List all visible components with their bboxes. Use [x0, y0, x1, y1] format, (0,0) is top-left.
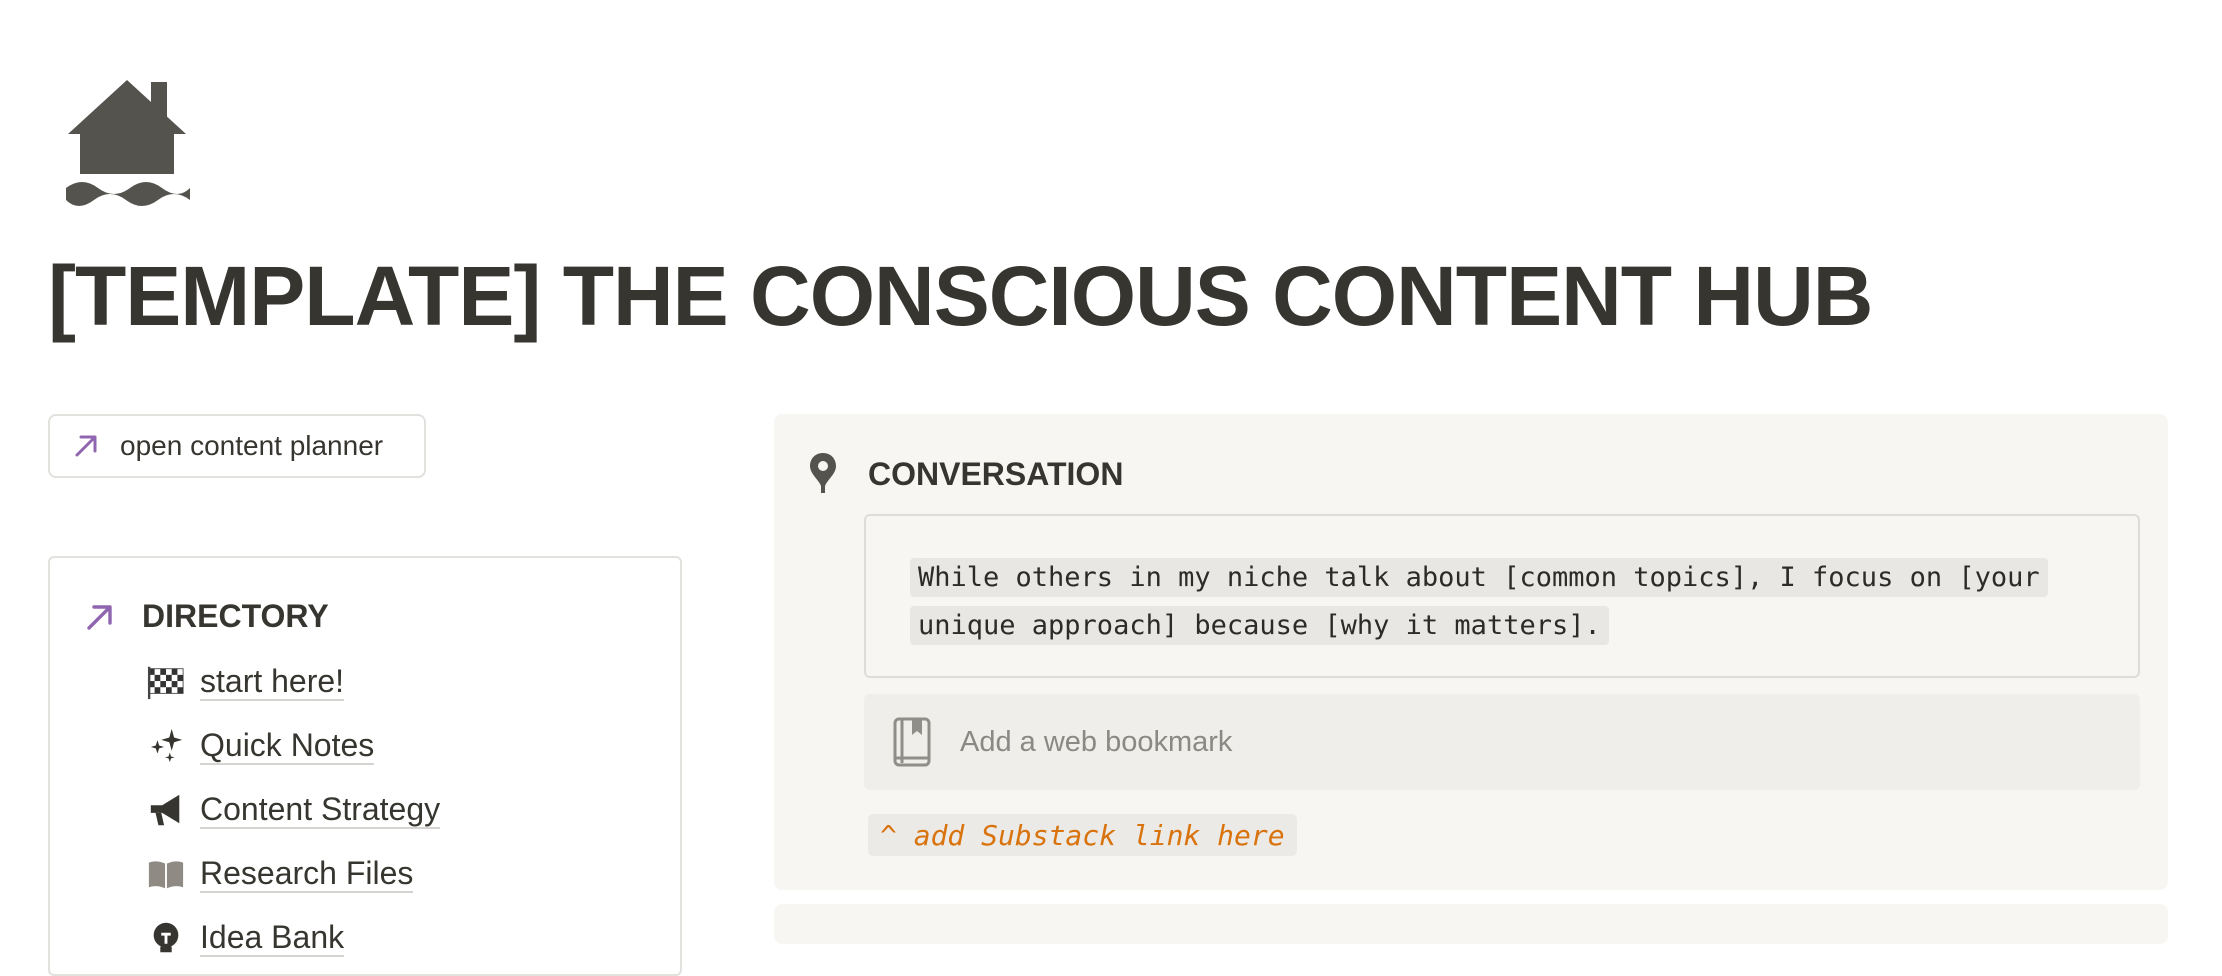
next-callout-block	[774, 904, 2168, 944]
directory-item-label: Idea Bank	[200, 919, 345, 958]
directory-item-label: Content Strategy	[200, 791, 441, 830]
checkered-flag-icon	[146, 662, 186, 702]
directory-header[interactable]: DIRECTORY	[84, 598, 329, 635]
callout-title: CONVERSATION	[868, 456, 1124, 492]
directory-item-research-files[interactable]: Research Files	[146, 842, 440, 906]
add-web-bookmark-button[interactable]: Add a web bookmark	[864, 694, 2140, 790]
directory-item-quick-notes[interactable]: Quick Notes	[146, 714, 440, 778]
directory-title: DIRECTORY	[142, 598, 329, 634]
page-title: [TEMPLATE] THE CONSCIOUS CONTENT HUB	[48, 249, 1873, 343]
quote-text: While others in my niche talk about [com…	[910, 558, 2048, 645]
directory-item-idea-bank[interactable]: Idea Bank	[146, 906, 440, 970]
directory-panel: DIRECTORY start here! Quick Notes Conten…	[48, 556, 682, 976]
directory-list: start here! Quick Notes Content Strategy	[146, 650, 441, 970]
open-book-icon	[146, 854, 186, 894]
bookmark-placeholder: Add a web bookmark	[960, 725, 1233, 758]
megaphone-icon	[146, 790, 186, 830]
directory-item-start-here[interactable]: start here!	[146, 650, 440, 714]
directory-item-label: Research Files	[200, 855, 414, 894]
map-pin-icon	[810, 453, 836, 493]
bookmark-book-icon	[893, 717, 931, 767]
open-content-planner-button[interactable]: open content planner	[48, 414, 426, 478]
substack-note: ^ add Substack link here	[868, 814, 1297, 856]
arrow-up-right-icon	[75, 435, 97, 457]
directory-item-label: Quick Notes	[200, 727, 375, 766]
lightbulb-icon	[146, 918, 186, 958]
conversation-callout: CONVERSATION While others in my niche ta…	[774, 414, 2168, 890]
directory-item-content-strategy[interactable]: Content Strategy	[146, 778, 441, 842]
arrow-up-right-icon	[87, 604, 112, 630]
open-button-label: open content planner	[120, 430, 384, 461]
quote-block[interactable]: While others in my niche talk about [com…	[864, 514, 2140, 678]
directory-item-label: start here!	[200, 663, 345, 702]
house-flood-icon[interactable]	[62, 76, 192, 210]
sparkles-icon	[146, 726, 186, 766]
